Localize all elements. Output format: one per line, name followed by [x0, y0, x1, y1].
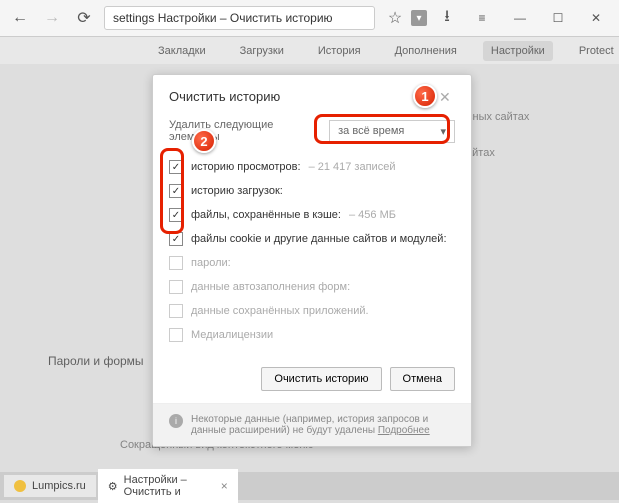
- minimize-button[interactable]: —: [505, 6, 535, 30]
- gear-icon: ⚙: [108, 480, 118, 493]
- reload-button[interactable]: ⟳: [72, 6, 96, 30]
- check-row: ✓ файлы cookie и другие данные сайтов и м…: [169, 227, 455, 251]
- checkbox: [169, 256, 183, 270]
- clear-button[interactable]: Очистить историю: [261, 367, 381, 391]
- chevron-down-icon: ▾: [440, 125, 446, 138]
- checkbox[interactable]: ✓: [169, 232, 183, 246]
- check-row: данные сохранённых приложений.: [169, 299, 455, 323]
- checkbox[interactable]: ✓: [169, 208, 183, 222]
- downloads-icon[interactable]: ⭳: [435, 6, 459, 30]
- address-bar[interactable]: settings Настройки – Очистить историю: [104, 6, 375, 30]
- check-value: – 21 417 записей: [309, 161, 396, 173]
- info-icon: i: [169, 414, 183, 428]
- note-link[interactable]: Подробнее: [378, 425, 430, 436]
- callout-2: 2: [192, 129, 216, 153]
- check-row: Медиалицензии: [169, 323, 455, 347]
- address-text: settings Настройки – Очистить историю: [113, 11, 333, 25]
- check-row: ✓ историю просмотров: – 21 417 записей: [169, 155, 455, 179]
- close-icon[interactable]: ✕: [439, 89, 455, 105]
- tab-bookmarks[interactable]: Закладки: [150, 41, 214, 61]
- forward-button: →: [40, 6, 64, 30]
- tab-protect[interactable]: Protect: [571, 41, 619, 61]
- checkbox: [169, 328, 183, 342]
- back-button[interactable]: ←: [8, 6, 32, 30]
- shield-icon[interactable]: ▾: [411, 10, 427, 26]
- check-row: ✓ историю загрузок:: [169, 179, 455, 203]
- tab-downloads[interactable]: Загрузки: [232, 41, 292, 61]
- cancel-button[interactable]: Отмена: [390, 367, 455, 391]
- settings-nav: Закладки Загрузки История Дополнения Нас…: [0, 37, 619, 65]
- check-label: файлы cookie и другие данные сайтов и мо…: [191, 233, 447, 245]
- check-label: данные автозаполнения форм:: [191, 281, 350, 293]
- check-label: файлы, сохранённые в кэше:: [191, 209, 341, 221]
- maximize-button[interactable]: ☐: [543, 6, 573, 30]
- tab-history[interactable]: История: [310, 41, 369, 61]
- check-row: пароли:: [169, 251, 455, 275]
- time-range-dropdown[interactable]: за всё время ▾: [329, 120, 455, 143]
- note-text: Некоторые данные (например, история запр…: [191, 414, 455, 436]
- checkbox[interactable]: ✓: [169, 184, 183, 198]
- menu-icon[interactable]: ≡: [467, 6, 497, 30]
- check-label: Медиалицензии: [191, 329, 273, 341]
- browser-tab-lumpics[interactable]: Lumpics.ru: [4, 475, 96, 497]
- checkbox: [169, 304, 183, 318]
- checkbox: [169, 280, 183, 294]
- check-value: – 456 МБ: [349, 209, 396, 221]
- checkbox[interactable]: ✓: [169, 160, 183, 174]
- dialog-title: Очистить историю: [169, 89, 280, 104]
- check-label: пароли:: [191, 257, 231, 269]
- favicon: [14, 480, 26, 492]
- check-label: историю просмотров:: [191, 161, 301, 173]
- check-row: ✓ файлы, сохранённые в кэше: – 456 МБ: [169, 203, 455, 227]
- bookmark-icon[interactable]: ☆: [383, 6, 407, 30]
- check-label: историю загрузок:: [191, 185, 283, 197]
- check-row: данные автозаполнения форм:: [169, 275, 455, 299]
- tab-addons[interactable]: Дополнения: [387, 41, 465, 61]
- browser-tab-settings[interactable]: ⚙ Настройки – Очистить и ×: [98, 469, 238, 503]
- close-window-button[interactable]: ✕: [581, 6, 611, 30]
- tab-settings[interactable]: Настройки: [483, 41, 553, 61]
- check-label: данные сохранённых приложений.: [191, 305, 369, 317]
- browser-tabs: Lumpics.ru ⚙ Настройки – Очистить и ×: [0, 472, 619, 500]
- tab-close-icon[interactable]: ×: [221, 479, 228, 493]
- callout-1: 1: [413, 84, 437, 108]
